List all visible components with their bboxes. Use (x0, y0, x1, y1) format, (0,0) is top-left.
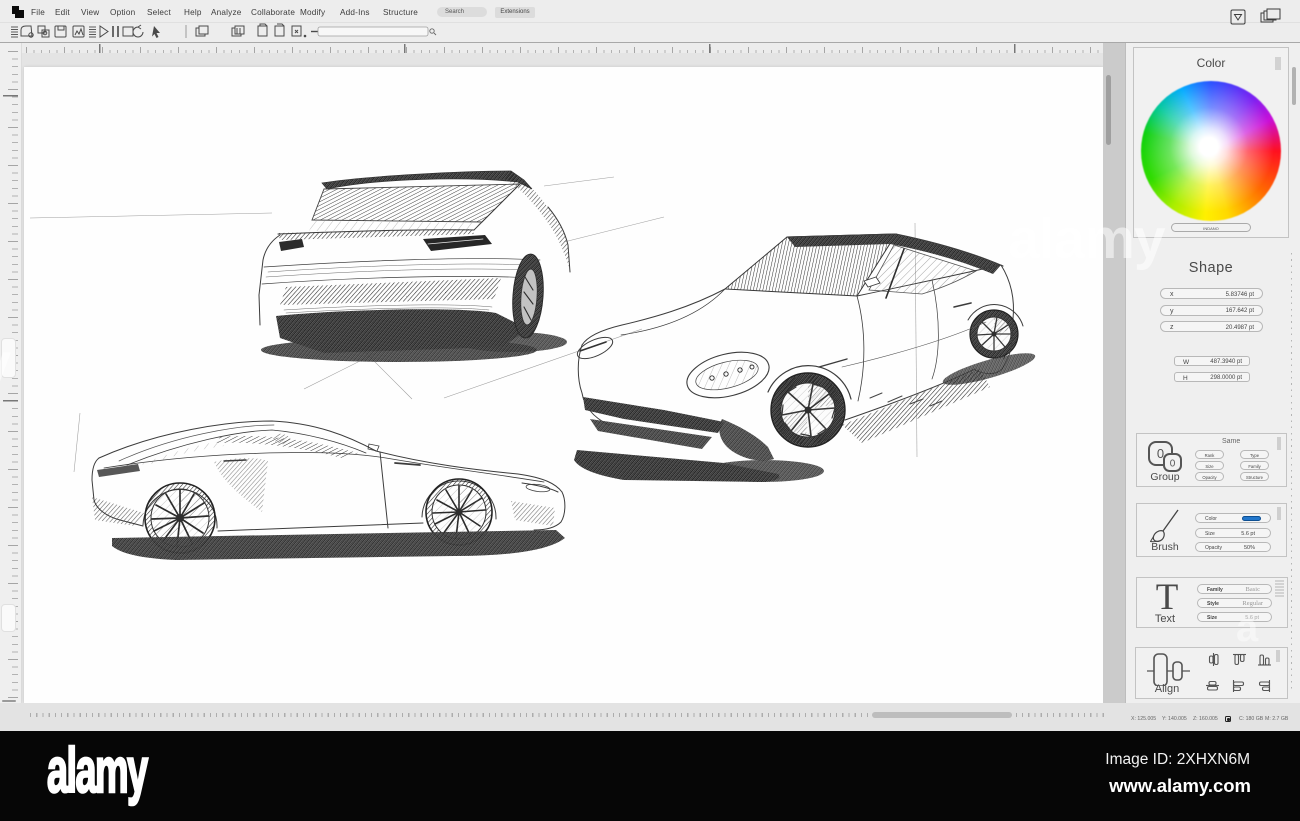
svg-text:0: 0 (1170, 459, 1176, 470)
svg-text:0: 0 (1157, 446, 1164, 461)
